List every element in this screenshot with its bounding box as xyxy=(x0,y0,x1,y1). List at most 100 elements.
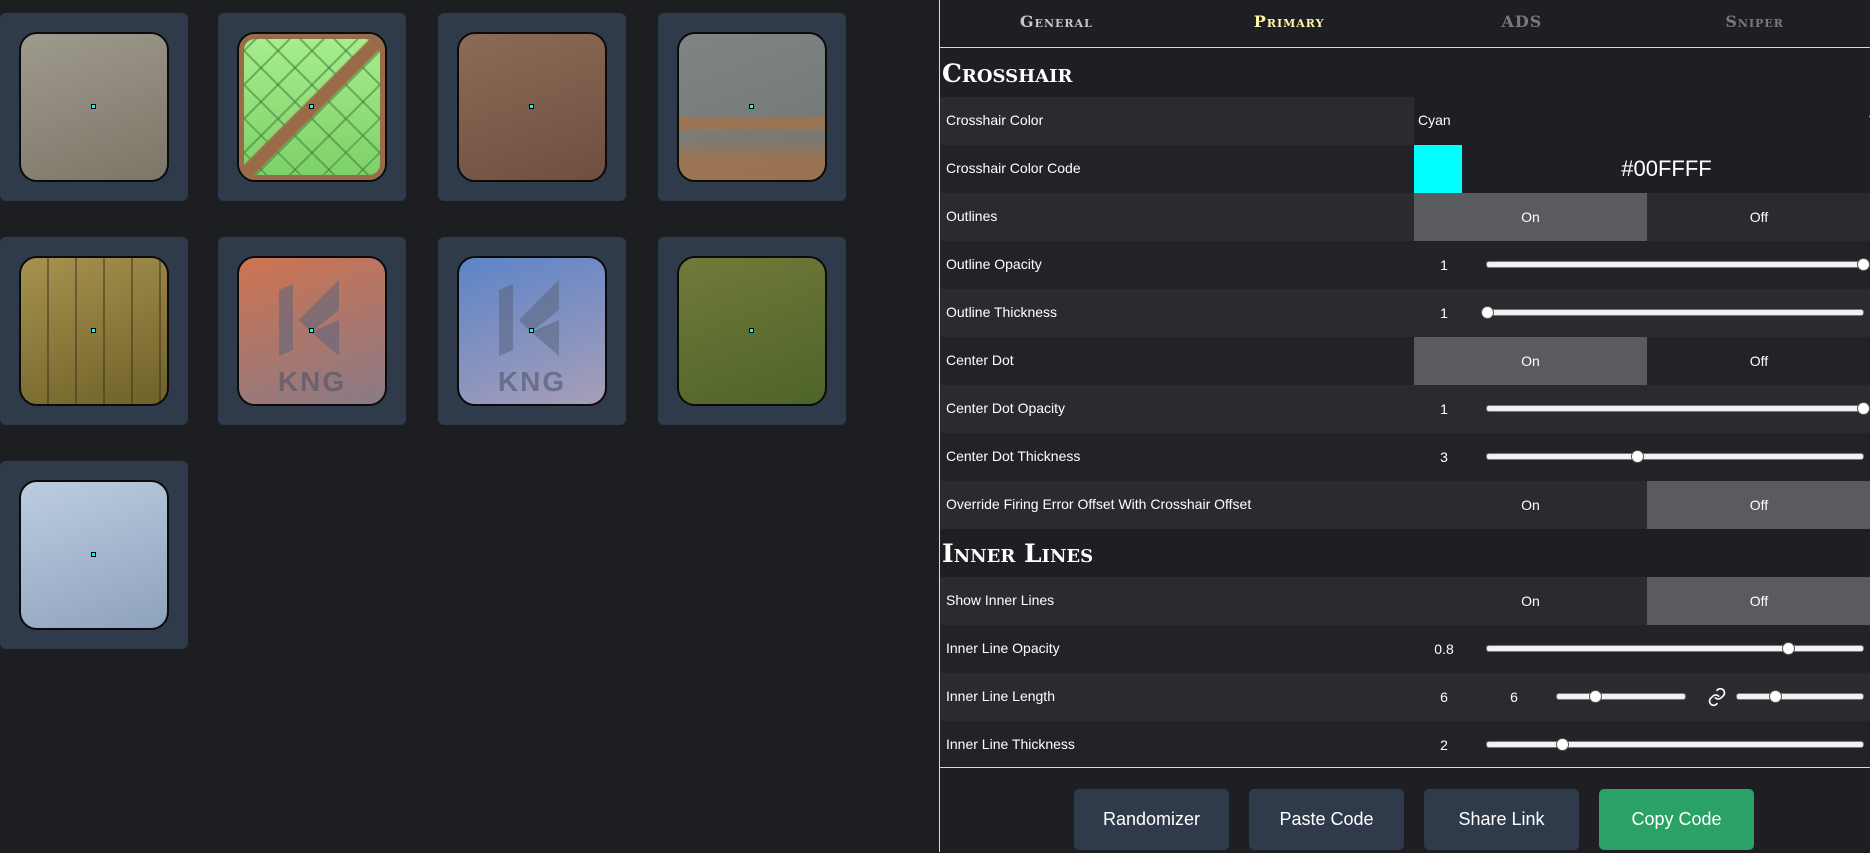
override-firing-error-row: Override Firing Error Offset With Crossh… xyxy=(940,481,1870,529)
row-label: Inner Line Thickness xyxy=(946,736,1075,752)
crosshair-dot xyxy=(529,104,534,109)
inner-line-length-slider[interactable] xyxy=(1556,690,1686,703)
center-dot-on-button[interactable]: On xyxy=(1414,337,1647,385)
inner-line-length-secondary-slider[interactable] xyxy=(1736,690,1864,703)
brand-logo-text: KNG xyxy=(277,366,347,397)
inner-line-opacity-slider[interactable] xyxy=(1486,642,1864,655)
preview-background xyxy=(457,32,607,182)
preview-background xyxy=(19,480,169,630)
slider-thumb[interactable] xyxy=(1768,690,1782,703)
slider-value: 1 xyxy=(1440,401,1448,417)
crosshair-dot xyxy=(91,104,96,109)
slider-value: 3 xyxy=(1440,449,1448,465)
crosshair-section-header: Crosshair xyxy=(940,49,1870,97)
crosshair-dot xyxy=(749,328,754,333)
center-dot-off-button[interactable]: Off xyxy=(1647,337,1870,385)
preview-tile-rusty-brown[interactable] xyxy=(438,13,626,201)
crosshair-preview-grid: KNG KNG xyxy=(0,0,938,852)
crosshair-color-select[interactable]: Cyan ▾ xyxy=(1414,97,1870,145)
row-label: Outlines xyxy=(946,208,998,224)
outlines-on-button[interactable]: On xyxy=(1414,193,1647,241)
slider-thumb[interactable] xyxy=(1857,402,1870,415)
slider-value: 1 xyxy=(1440,305,1448,321)
section-title: Crosshair xyxy=(942,59,1073,88)
slider-thumb[interactable] xyxy=(1481,306,1494,319)
inner-line-thickness-slider[interactable] xyxy=(1486,738,1864,751)
action-bar: Randomizer Paste Code Share Link Copy Co… xyxy=(940,767,1870,853)
row-label: Inner Line Length xyxy=(946,688,1055,704)
inner-lines-off-button[interactable]: Off xyxy=(1647,577,1870,625)
preview-background xyxy=(677,256,827,406)
crosshair-dot xyxy=(529,328,534,333)
color-swatch[interactable] xyxy=(1414,145,1462,193)
inner-lines-on-button[interactable]: On xyxy=(1414,577,1647,625)
preview-tile-grass[interactable] xyxy=(658,237,846,425)
override-on-button[interactable]: On xyxy=(1414,481,1647,529)
preview-background xyxy=(19,256,169,406)
inner-lines-section-header: Inner Lines xyxy=(940,529,1870,577)
outline-thickness-row: Outline Thickness 1 xyxy=(940,289,1870,337)
outlines-row: Outlines On Off xyxy=(940,193,1870,241)
brand-logo-icon xyxy=(279,280,339,356)
row-label: Outline Thickness xyxy=(946,304,1058,320)
row-label: Show Inner Lines xyxy=(946,592,1055,608)
crosshair-dot xyxy=(749,104,754,109)
preview-background: KNG xyxy=(237,256,387,406)
preview-tile-green-tiles[interactable] xyxy=(218,13,406,201)
inner-line-length-row: Inner Line Length 6 6 xyxy=(940,673,1870,721)
slider-thumb[interactable] xyxy=(1857,258,1870,271)
slider-value: 2 xyxy=(1440,737,1448,753)
slider-thumb[interactable] xyxy=(1589,690,1603,703)
center-dot-thickness-slider[interactable] xyxy=(1486,450,1864,463)
row-label: Center Dot Opacity xyxy=(946,400,1066,416)
preview-tile-sky[interactable] xyxy=(0,461,188,649)
slider-value: 0.8 xyxy=(1434,641,1454,657)
preview-background xyxy=(677,32,827,182)
preview-background xyxy=(19,32,169,182)
row-label: Center Dot xyxy=(946,352,1014,368)
row-label: Crosshair Color Code xyxy=(946,160,1081,176)
tab-primary[interactable]: Primary xyxy=(1173,0,1406,47)
outline-opacity-row: Outline Opacity 1 xyxy=(940,241,1870,289)
outline-opacity-slider[interactable] xyxy=(1486,258,1870,271)
crosshair-color-code-row: Crosshair Color Code #00FFFF xyxy=(940,145,1870,193)
link-icon[interactable] xyxy=(1706,687,1728,707)
preview-tile-orange-wall-logo[interactable]: KNG xyxy=(218,237,406,425)
randomizer-button[interactable]: Randomizer xyxy=(1074,789,1229,850)
settings-panel: General Primary ADS Sniper Crosshair Cro… xyxy=(939,0,1870,853)
preview-tile-blue-wall-logo[interactable]: KNG xyxy=(438,237,626,425)
color-code-input[interactable]: #00FFFF xyxy=(1462,145,1870,193)
outlines-off-button[interactable]: Off xyxy=(1647,193,1870,241)
center-dot-row: Center Dot On Off xyxy=(940,337,1870,385)
inner-line-opacity-row: Inner Line Opacity 0.8 xyxy=(940,625,1870,673)
row-label: Crosshair Color xyxy=(946,112,1044,128)
preview-tile-wooden-planks[interactable] xyxy=(0,237,188,425)
row-label: Inner Line Opacity xyxy=(946,640,1060,656)
paste-code-button[interactable]: Paste Code xyxy=(1249,789,1404,850)
center-dot-thickness-row: Center Dot Thickness 3 xyxy=(940,433,1870,481)
crosshair-dot xyxy=(309,328,314,333)
slider-thumb[interactable] xyxy=(1631,450,1645,463)
center-dot-opacity-slider[interactable] xyxy=(1486,402,1870,415)
outline-thickness-slider[interactable] xyxy=(1481,306,1864,319)
section-title: Inner Lines xyxy=(942,539,1094,568)
crosshair-color-row: Crosshair Color Cyan ▾ xyxy=(940,97,1870,145)
show-inner-lines-row: Show Inner Lines On Off xyxy=(940,577,1870,625)
crosshair-dot xyxy=(309,104,314,109)
brand-logo-text: KNG xyxy=(497,366,567,397)
inner-line-thickness-row: Inner Line Thickness 2 xyxy=(940,721,1870,769)
share-link-button[interactable]: Share Link xyxy=(1424,789,1579,850)
preview-background xyxy=(237,32,387,182)
select-value: Cyan xyxy=(1418,112,1451,128)
slider-thumb[interactable] xyxy=(1781,642,1795,655)
tab-sniper[interactable]: Sniper xyxy=(1638,0,1870,47)
preview-tile-grey-rust[interactable] xyxy=(658,13,846,201)
center-dot-opacity-row: Center Dot Opacity 1 xyxy=(940,385,1870,433)
tab-ads[interactable]: ADS xyxy=(1406,0,1639,47)
preview-tile-concrete[interactable] xyxy=(0,13,188,201)
override-off-button[interactable]: Off xyxy=(1647,481,1870,529)
slider-value: 6 xyxy=(1510,689,1518,705)
tab-general[interactable]: General xyxy=(940,0,1173,47)
slider-thumb[interactable] xyxy=(1556,738,1570,751)
copy-code-button[interactable]: Copy Code xyxy=(1599,789,1754,850)
